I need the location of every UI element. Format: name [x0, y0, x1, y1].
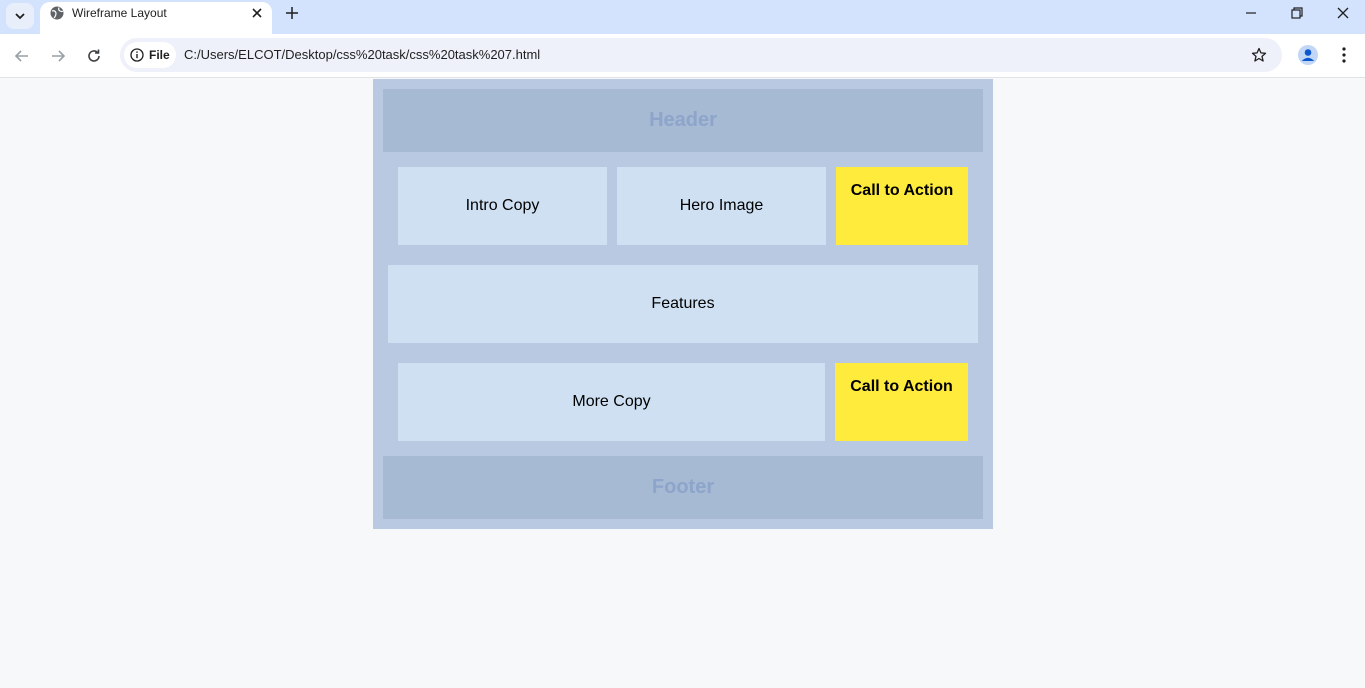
- restore-icon: [1291, 7, 1303, 19]
- address-bar[interactable]: File C:/Users/ELCOT/Desktop/css%20task/c…: [120, 38, 1282, 72]
- tab-close-button[interactable]: [248, 4, 266, 22]
- more-copy-block: More Copy: [398, 363, 825, 441]
- browser-menu-button[interactable]: [1334, 43, 1354, 67]
- tab-search-dropdown-button[interactable]: [6, 3, 34, 29]
- arrow-left-icon: [14, 50, 28, 62]
- browser-toolbar: File C:/Users/ELCOT/Desktop/css%20task/c…: [0, 34, 1365, 78]
- close-icon: [252, 8, 262, 18]
- site-info-chip[interactable]: File: [124, 42, 176, 68]
- chevron-down-icon: [15, 13, 25, 20]
- wireframe-container: Header Intro Copy Hero Image Call to Act…: [373, 79, 993, 529]
- minimize-button[interactable]: [1240, 3, 1262, 23]
- footer-block: Footer: [383, 456, 983, 519]
- intro-copy-block: Intro Copy: [398, 167, 607, 245]
- tab-strip: Wireframe Layout: [0, 0, 1365, 34]
- restore-button[interactable]: [1286, 3, 1308, 23]
- browser-tab-active[interactable]: Wireframe Layout: [40, 2, 272, 34]
- reload-icon: [88, 49, 100, 62]
- header-block: Header: [383, 89, 983, 152]
- bookmark-button[interactable]: [1248, 44, 1270, 66]
- minimize-icon: [1246, 12, 1256, 14]
- reload-button[interactable]: [82, 44, 106, 68]
- avatar-icon: [1298, 45, 1318, 65]
- star-icon: [1251, 47, 1267, 62]
- hero-image-block: Hero Image: [617, 167, 826, 245]
- info-icon: [130, 48, 144, 62]
- plus-icon: [286, 7, 298, 19]
- globe-icon: [50, 6, 64, 20]
- call-to-action-top[interactable]: Call to Action: [836, 167, 968, 245]
- close-icon: [1337, 7, 1349, 19]
- back-button[interactable]: [10, 44, 34, 68]
- more-vertical-icon: [1342, 47, 1346, 63]
- features-block: Features: [388, 265, 978, 343]
- site-chip-label: File: [149, 48, 170, 62]
- forward-button[interactable]: [46, 44, 70, 68]
- profile-button[interactable]: [1296, 43, 1320, 67]
- call-to-action-bottom[interactable]: Call to Action: [835, 363, 968, 441]
- tab-title: Wireframe Layout: [72, 6, 167, 20]
- arrow-right-icon: [52, 50, 66, 62]
- new-tab-button[interactable]: [282, 3, 302, 23]
- close-window-button[interactable]: [1332, 3, 1354, 23]
- url-text[interactable]: C:/Users/ELCOT/Desktop/css%20task/css%20…: [184, 47, 540, 63]
